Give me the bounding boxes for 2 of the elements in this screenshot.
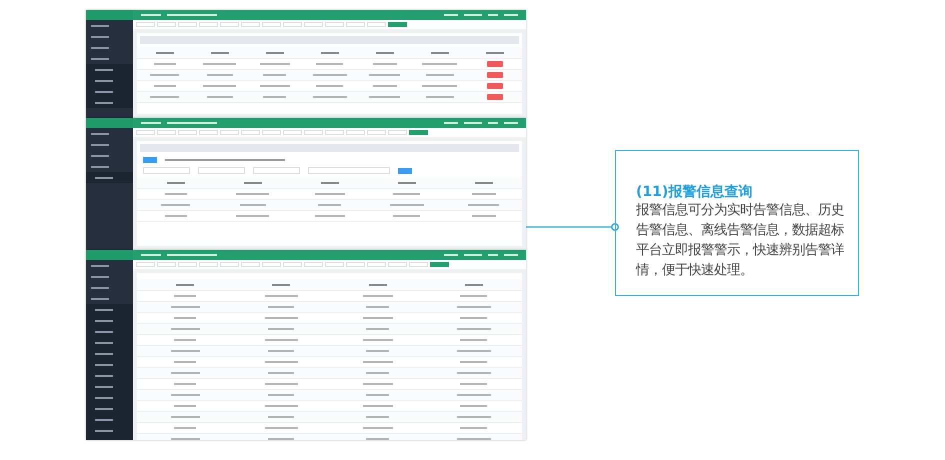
callout-title: (11)报警信息查询	[636, 184, 754, 201]
callout-text: 报警信息可分为实时告警信息、历史告警信息、离线告警信息，数据超标平台立即报警警示，快速辨别告警详情，便于快速处理。	[636, 202, 844, 280]
